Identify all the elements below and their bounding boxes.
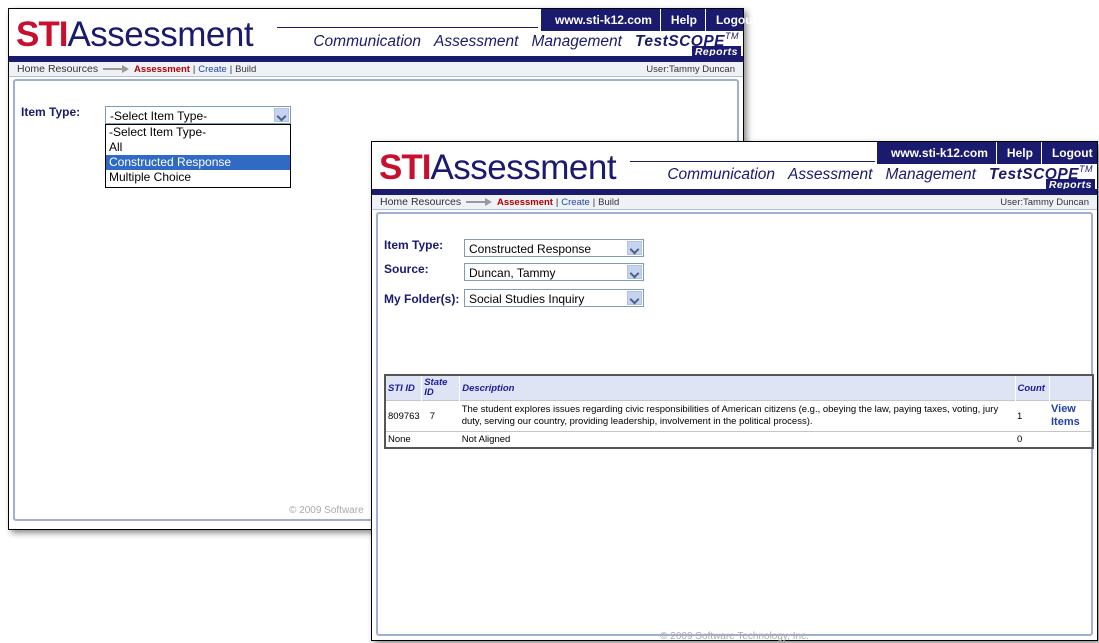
copyright-footer: © 2009 Software xyxy=(289,505,364,516)
cell-state-id: 7 xyxy=(421,400,460,432)
breadcrumb-create[interactable]: Create xyxy=(561,197,590,208)
cell-sti-id: None xyxy=(385,431,422,448)
nav-assessment[interactable]: Assessment xyxy=(788,166,872,184)
nav-communication[interactable]: Communication xyxy=(667,166,775,184)
table-header-row: STI ID State ID Description Count xyxy=(385,375,1094,401)
source-select[interactable]: Duncan, Tammy xyxy=(464,263,644,281)
logout-link[interactable]: Logout xyxy=(1040,142,1099,164)
main-nav: Communication Assessment Management Test… xyxy=(667,164,1095,191)
nav-testscope[interactable]: TestSCOPETM Reports xyxy=(989,164,1095,191)
header-rule xyxy=(277,27,538,28)
header-rule xyxy=(630,161,875,162)
option-constructed-response[interactable]: Constructed Response xyxy=(106,155,290,170)
arrow-right-icon xyxy=(103,65,130,73)
breadcrumb-assessment[interactable]: Assessment xyxy=(134,64,190,75)
testscope-tm: TM xyxy=(725,31,739,41)
cell-state-id xyxy=(421,431,460,448)
cell-description: Not Aligned xyxy=(459,431,1015,448)
breadcrumb-build[interactable]: Build xyxy=(235,64,256,75)
breadcrumb-separator: | xyxy=(229,64,233,75)
cell-action xyxy=(1049,431,1093,448)
item-type-label: Item Type: xyxy=(384,238,444,252)
breadcrumb-separator: | xyxy=(555,197,559,208)
chevron-down-icon[interactable] xyxy=(627,241,642,255)
logo-sti: STI xyxy=(16,15,68,54)
breadcrumb-separator: | xyxy=(592,197,596,208)
breadcrumb-assessment[interactable]: Assessment xyxy=(497,197,553,208)
chevron-down-icon[interactable] xyxy=(627,265,642,279)
top-links-bar: www.sti-k12.com Help Logout xyxy=(877,142,1097,164)
cell-count: 1 xyxy=(1015,400,1049,432)
nav-testscope[interactable]: TestSCOPETM Reports xyxy=(635,31,741,58)
assessment-window-front: www.sti-k12.com Help Logout STIAssessmen… xyxy=(371,141,1098,642)
content-panel: Item Type: Constructed Response Source: … xyxy=(376,212,1094,642)
nav-communication[interactable]: Communication xyxy=(313,33,421,51)
table-row: None Not Aligned 0 xyxy=(385,431,1093,448)
item-type-value: Constructed Response xyxy=(469,242,592,256)
site-link[interactable]: www.sti-k12.com xyxy=(541,9,660,31)
breadcrumb-home[interactable]: Home xyxy=(17,63,45,75)
breadcrumb-resources[interactable]: Resources xyxy=(48,63,98,75)
logo-sti: STI xyxy=(379,148,431,187)
logout-link[interactable]: Logout xyxy=(704,9,765,31)
item-type-label: Item Type: xyxy=(21,105,81,119)
breadcrumb-resources[interactable]: Resources xyxy=(411,196,461,208)
breadcrumb-build[interactable]: Build xyxy=(598,197,619,208)
folder-label: My Folder(s): xyxy=(384,292,460,306)
breadcrumb-home[interactable]: Home xyxy=(380,196,408,208)
breadcrumb-create[interactable]: Create xyxy=(198,64,227,75)
item-type-select[interactable]: -Select Item Type- xyxy=(105,106,291,124)
item-type-select[interactable]: Constructed Response xyxy=(464,239,644,257)
view-items-link[interactable]: View Items xyxy=(1049,400,1093,432)
help-link[interactable]: Help xyxy=(659,9,705,31)
option-all[interactable]: All xyxy=(106,140,290,155)
site-link[interactable]: www.sti-k12.com xyxy=(877,142,996,164)
user-name: User:Tammy Duncan xyxy=(646,64,735,75)
top-links-bar: www.sti-k12.com Help Logout xyxy=(541,9,757,31)
cell-count: 0 xyxy=(1015,431,1049,448)
cell-description: The student explores issues regarding ci… xyxy=(459,400,1015,432)
option-multiple-choice[interactable]: Multiple Choice xyxy=(106,170,290,185)
source-label: Source: xyxy=(384,262,429,276)
nav-management[interactable]: Management xyxy=(531,33,621,51)
breadcrumb-separator: | xyxy=(192,64,196,75)
item-type-value: -Select Item Type- xyxy=(110,109,208,123)
chevron-down-icon[interactable] xyxy=(627,291,642,305)
col-sti-id: STI ID xyxy=(385,375,423,401)
alignment-table: STI ID State ID Description Count 809763… xyxy=(384,374,1094,449)
main-nav: Communication Assessment Management Test… xyxy=(313,31,741,58)
testscope-tm: TM xyxy=(1079,164,1093,174)
nav-management[interactable]: Management xyxy=(885,166,975,184)
user-name: User:Tammy Duncan xyxy=(1000,197,1089,208)
folder-select[interactable]: Social Studies Inquiry xyxy=(464,289,644,307)
cell-sti-id: 809763 xyxy=(385,400,422,432)
table-row: 809763 7 The student explores issues reg… xyxy=(385,400,1093,432)
col-description: Description xyxy=(459,375,1016,401)
help-link[interactable]: Help xyxy=(995,142,1041,164)
breadcrumb: Home Resources Assessment | Create | Bui… xyxy=(9,62,743,77)
option-select-item-type[interactable]: -Select Item Type- xyxy=(106,125,290,140)
sti-assessment-logo: STIAssessment xyxy=(16,15,254,54)
arrow-right-icon xyxy=(466,198,493,206)
folder-value: Social Studies Inquiry xyxy=(469,292,585,306)
logo-assessment: Assessment xyxy=(430,148,617,187)
item-type-dropdown-list: -Select Item Type- All Constructed Respo… xyxy=(105,124,291,188)
sti-assessment-logo: STIAssessment xyxy=(379,148,617,187)
chevron-down-icon[interactable] xyxy=(274,108,289,122)
copyright-footer: © 2009 Software Technology, Inc. xyxy=(660,631,809,642)
logo-assessment: Assessment xyxy=(67,15,254,54)
col-state-id: State ID xyxy=(421,375,461,401)
col-action xyxy=(1049,375,1094,401)
col-count: Count xyxy=(1015,375,1050,401)
source-value: Duncan, Tammy xyxy=(469,266,556,280)
nav-assessment[interactable]: Assessment xyxy=(434,33,518,51)
breadcrumb: Home Resources Assessment | Create | Bui… xyxy=(372,195,1097,210)
